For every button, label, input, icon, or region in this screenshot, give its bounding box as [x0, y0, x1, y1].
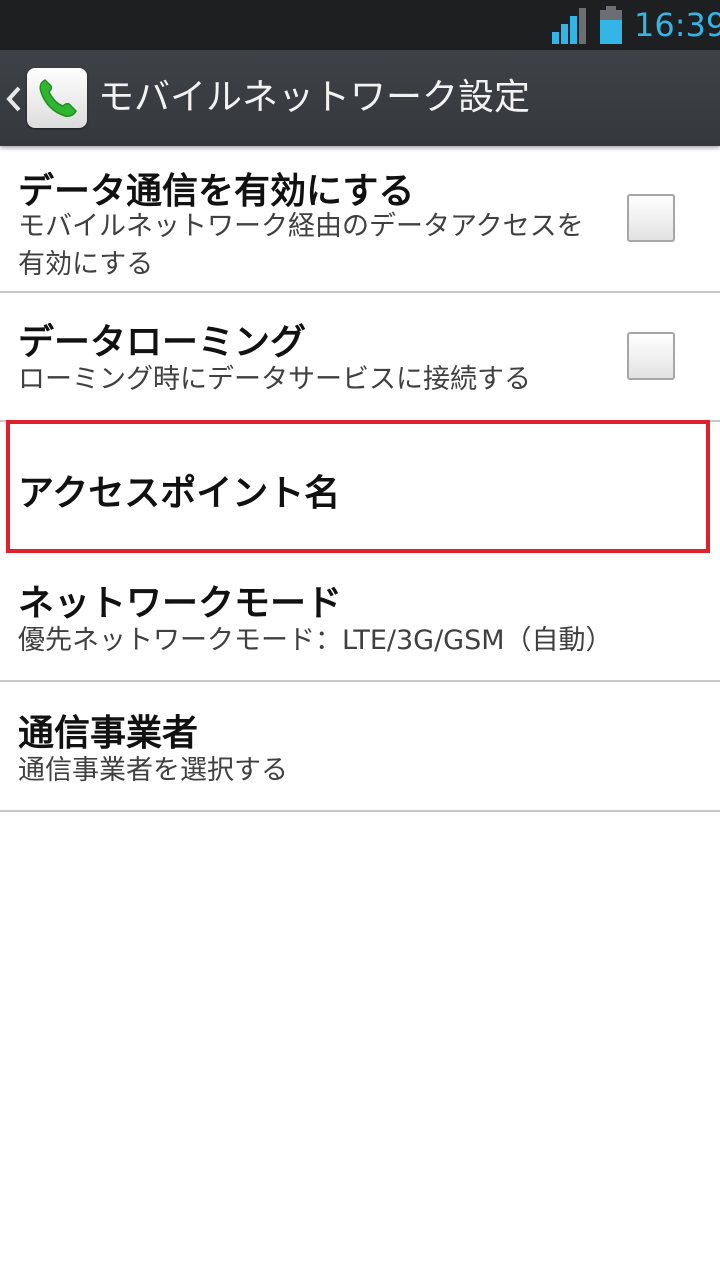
pref-data-roaming[interactable]: データローミング ローミング時にデータサービスに接続する	[0, 293, 720, 422]
pref-summary: モバイルネットワーク経由のデータアクセスを有効にする	[18, 211, 584, 280]
action-bar: モバイルネットワーク設定	[0, 50, 720, 146]
signal-icon	[552, 8, 586, 44]
pref-enable-data[interactable]: データ通信を有効にする モバイルネットワーク経由のデータアクセスを有効にする	[0, 146, 720, 293]
pref-summary: 優先ネットワークモード：LTE/3G/GSM（自動）	[18, 625, 613, 656]
pref-title: データローミング	[18, 322, 307, 363]
data-roaming-checkbox[interactable]	[627, 332, 675, 380]
enable-data-checkbox[interactable]	[627, 194, 675, 242]
pref-carrier[interactable]: 通信事業者 通信事業者を選択する	[0, 682, 720, 812]
pref-title: 通信事業者	[18, 713, 199, 754]
highlight-box	[6, 420, 710, 553]
pref-summary: ローミング時にデータサービスに接続する	[18, 364, 531, 395]
status-clock: 16:39	[634, 6, 720, 44]
chevron-left-icon	[6, 86, 21, 112]
pref-title: データ通信を有効にする	[18, 171, 415, 212]
back-button[interactable]	[0, 50, 95, 146]
pref-network-mode[interactable]: ネットワークモード 優先ネットワークモード：LTE/3G/GSM（自動）	[0, 552, 720, 682]
pref-summary: 通信事業者を選択する	[18, 755, 288, 786]
battery-icon	[600, 6, 622, 44]
pref-title: ネットワークモード	[18, 583, 343, 624]
phone-icon	[27, 68, 87, 128]
status-bar: 16:39	[0, 0, 720, 50]
page-title: モバイルネットワーク設定	[98, 77, 531, 118]
